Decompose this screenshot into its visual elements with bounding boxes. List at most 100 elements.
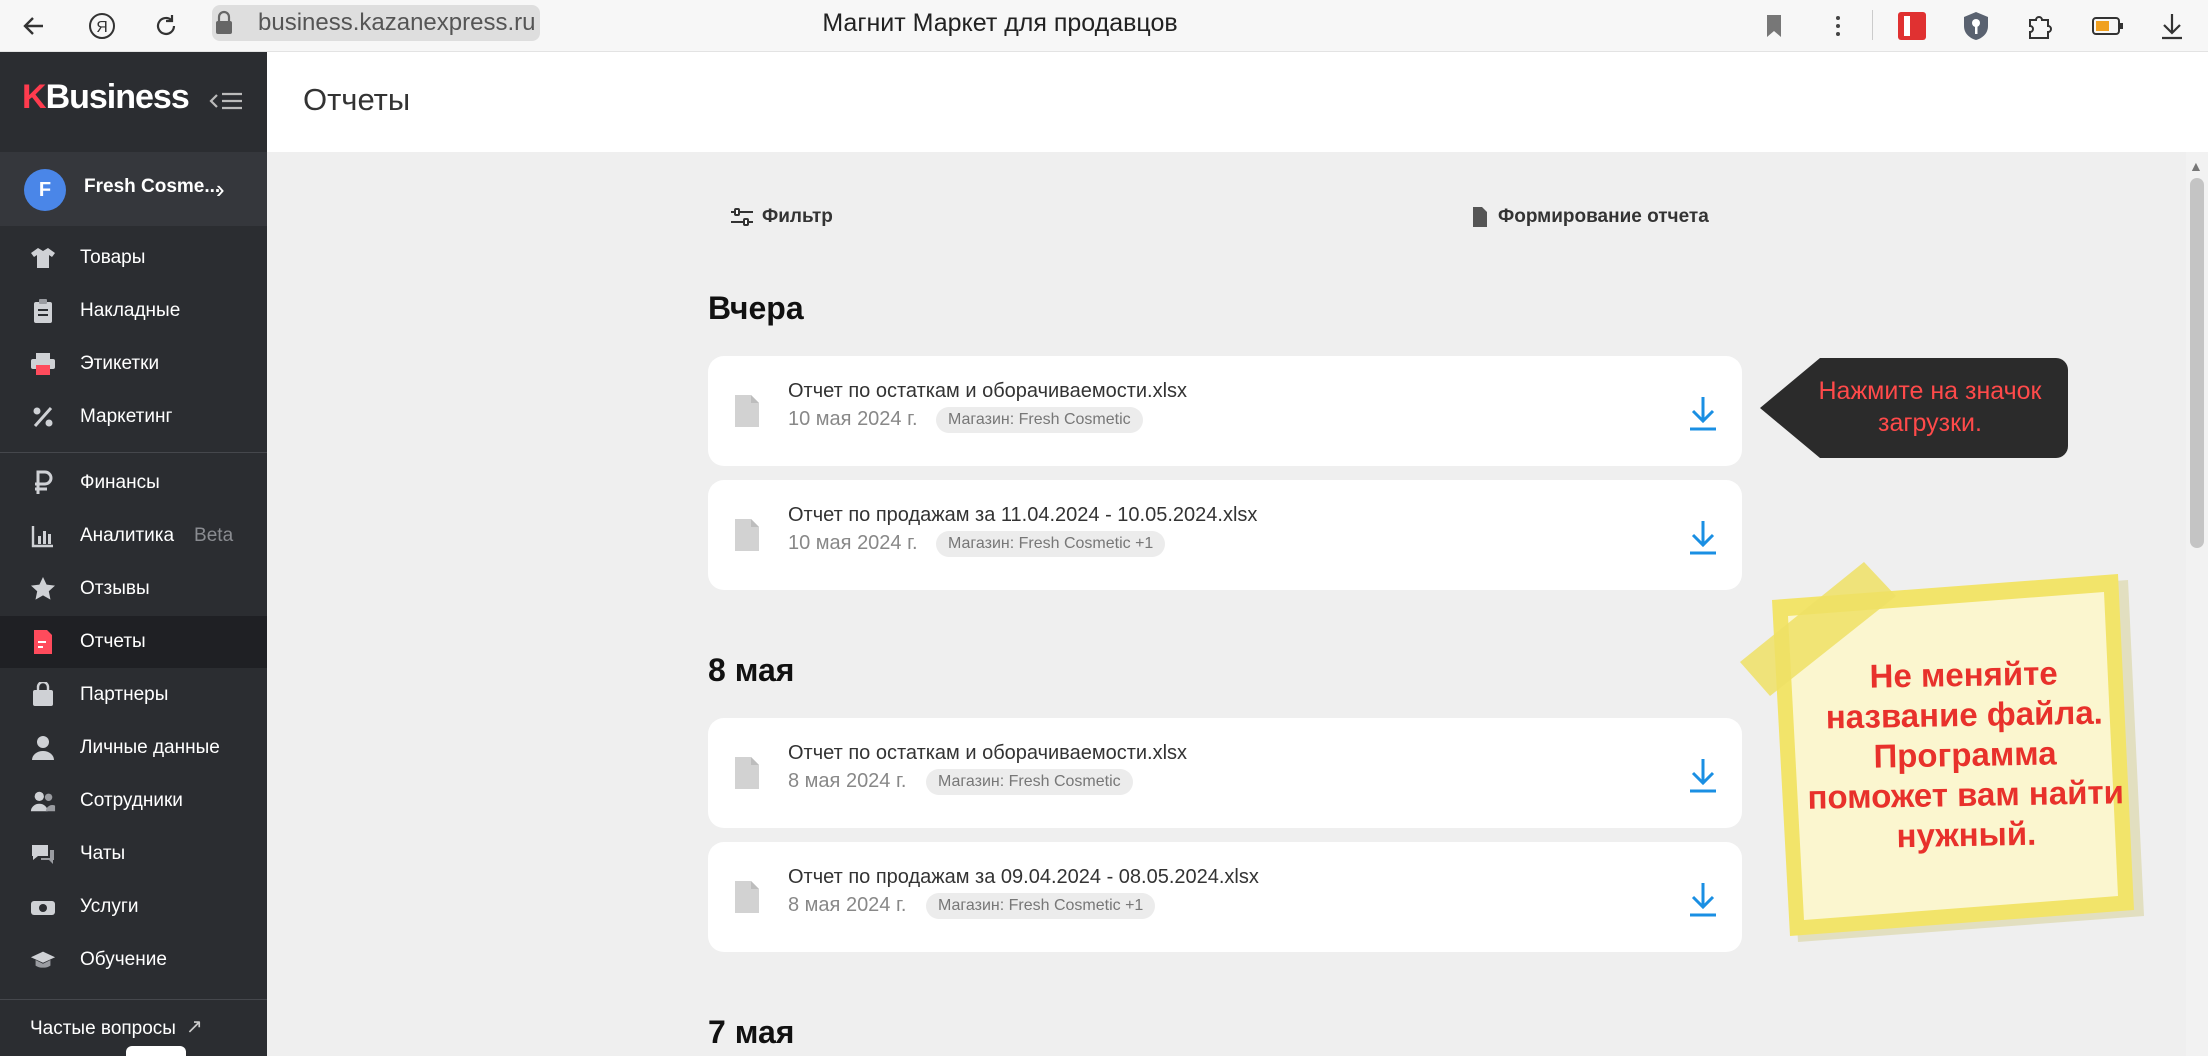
callout-text: Нажмите на значок загрузки. [1818, 377, 2042, 437]
sidebar-item-learning[interactable]: Обучение [0, 934, 267, 986]
section-title: 7 мая [708, 1014, 795, 1050]
document-icon [1472, 206, 1488, 228]
external-arrow-icon: ↗ [186, 1016, 203, 1038]
sidebar-item-chats[interactable]: Чаты [0, 828, 267, 880]
sidebar-item-label: Отчеты [80, 631, 146, 652]
bookmark-icon[interactable] [1756, 8, 1792, 44]
download-icon[interactable] [1686, 394, 1720, 432]
header-title: Отчеты [303, 82, 411, 117]
sidebar-item-label: Услуги [80, 896, 139, 917]
report-card: Отчет по остаткам и оборачиваемости.xlsx… [708, 356, 1742, 466]
sidebar-item-employees[interactable]: Сотрудники [0, 775, 267, 827]
sidebar-bottom-tab [126, 1046, 186, 1056]
file-icon [734, 518, 760, 552]
extension-red-icon[interactable] [1894, 8, 1930, 44]
sidebar-item-label: Этикетки [80, 353, 160, 374]
sticky-note-text: Не меняйте название файла. Программа пом… [1807, 654, 2125, 855]
percent-icon [30, 404, 56, 430]
services-icon [30, 894, 56, 920]
ruble-icon [30, 470, 56, 496]
chevron-right-icon: › [216, 174, 225, 204]
file-icon [734, 394, 760, 428]
bar-chart-icon [30, 523, 56, 549]
sidebar-item-personal-data[interactable]: Личные данные [0, 722, 267, 774]
shop-selector[interactable]: F Fresh Cosme... › [0, 152, 267, 226]
sidebar-item-reviews[interactable]: Отзывы [0, 563, 267, 615]
sidebar-item-labels[interactable]: Этикетки [0, 338, 267, 390]
collapse-sidebar-icon[interactable] [208, 86, 244, 116]
puzzle-icon[interactable] [2022, 8, 2058, 44]
sidebar-item-reports[interactable]: Отчеты [0, 616, 267, 668]
graduation-cap-icon [30, 947, 56, 973]
sidebar-item-services[interactable]: Услуги [0, 881, 267, 933]
page-title: Магнит Маркет для продавцов [822, 9, 1178, 37]
sidebar-divider [0, 452, 267, 453]
more-vertical-icon[interactable] [1820, 8, 1856, 44]
sidebar-item-label: Накладные [80, 300, 181, 321]
shop-badge: Магазин: Fresh Cosmetic [936, 407, 1143, 433]
printer-icon [30, 351, 56, 377]
sidebar-item-label: Чаты [80, 843, 126, 864]
file-icon [734, 880, 760, 914]
scrollbar-thumb[interactable] [2190, 178, 2204, 548]
report-date: 8 мая 2024 г. [788, 770, 907, 792]
person-icon [30, 735, 56, 761]
file-icon [734, 756, 760, 790]
sliders-icon [730, 207, 754, 227]
sidebar-divider [0, 999, 267, 1000]
section-title: 8 мая [708, 652, 795, 688]
sidebar-item-label: Маркетинг [80, 406, 173, 427]
sidebar-item-label: Сотрудники [80, 790, 183, 811]
report-icon [30, 629, 56, 655]
sidebar-item-label: Обучение [80, 949, 167, 970]
logo[interactable]: KBusiness [22, 78, 190, 117]
report-name: Отчет по продажам за 11.04.2024 - 10.05.… [788, 504, 1258, 526]
scroll-up-icon[interactable]: ▲ [2189, 158, 2203, 174]
shop-name: Fresh Cosme... [84, 176, 221, 197]
report-name: Отчет по остаткам и оборачиваемости.xlsx [788, 742, 1188, 764]
shop-badge: Магазин: Fresh Cosmetic [926, 769, 1133, 795]
chat-icon [30, 841, 56, 867]
sidebar-item-marketing[interactable]: Маркетинг [0, 391, 267, 443]
sidebar-item-label: Партнеры [80, 684, 169, 705]
download-icon[interactable] [1686, 880, 1720, 918]
report-name: Отчет по продажам за 09.04.2024 - 08.05.… [788, 866, 1259, 888]
bag-icon [30, 682, 56, 708]
star-icon [30, 576, 56, 602]
sidebar-item-products[interactable]: Товары [0, 232, 267, 284]
shirt-icon [30, 245, 56, 271]
people-icon [30, 788, 56, 814]
browser-toolbar: Я business.kazanexpress.ru Магнит Маркет… [0, 0, 2208, 52]
sidebar-item-label: Финансы [80, 472, 160, 493]
shop-badge: Магазин: Fresh Cosmetic +1 [936, 531, 1166, 557]
battery-icon[interactable] [2090, 8, 2126, 44]
page-header: Отчеты [267, 52, 2208, 152]
sidebar-item-partners[interactable]: Партнеры [0, 669, 267, 721]
report-card: Отчет по продажам за 11.04.2024 - 10.05.… [708, 480, 1742, 590]
report-card: Отчет по остаткам и оборачиваемости.xlsx… [708, 718, 1742, 828]
sidebar-item-label: Аналитика [80, 525, 175, 546]
filter-button[interactable]: Фильтр [730, 200, 833, 234]
shop-badge: Магазин: Fresh Cosmetic +1 [926, 893, 1156, 919]
sidebar-item-label: Товары [80, 247, 146, 268]
downloads-icon[interactable] [2154, 8, 2190, 44]
generate-report-button[interactable]: Формирование отчета [1472, 200, 1709, 234]
report-date: 10 мая 2024 г. [788, 408, 918, 430]
sidebar: KBusiness F Fresh Cosme... › Товары Накл… [0, 52, 267, 1056]
avatar: F [24, 169, 66, 211]
generate-report-label: Формирование отчета [1498, 206, 1709, 227]
report-name: Отчет по остаткам и оборачиваемости.xlsx [788, 380, 1188, 402]
filter-label: Фильтр [762, 206, 833, 227]
sidebar-item-invoices[interactable]: Накладные [0, 285, 267, 337]
sidebar-item-finance[interactable]: Финансы [0, 457, 267, 509]
beta-badge: Beta [194, 525, 234, 546]
clipboard-icon [30, 298, 56, 324]
faq-link[interactable]: Частые вопросы [30, 1018, 176, 1040]
report-date: 10 мая 2024 г. [788, 532, 918, 554]
report-card: Отчет по продажам за 09.04.2024 - 08.05.… [708, 842, 1742, 952]
shield-key-icon[interactable] [1958, 8, 1994, 44]
section-title: Вчера [708, 290, 804, 326]
download-icon[interactable] [1686, 518, 1720, 556]
sidebar-item-analytics[interactable]: Аналитика Beta [0, 510, 267, 562]
download-icon[interactable] [1686, 756, 1720, 794]
